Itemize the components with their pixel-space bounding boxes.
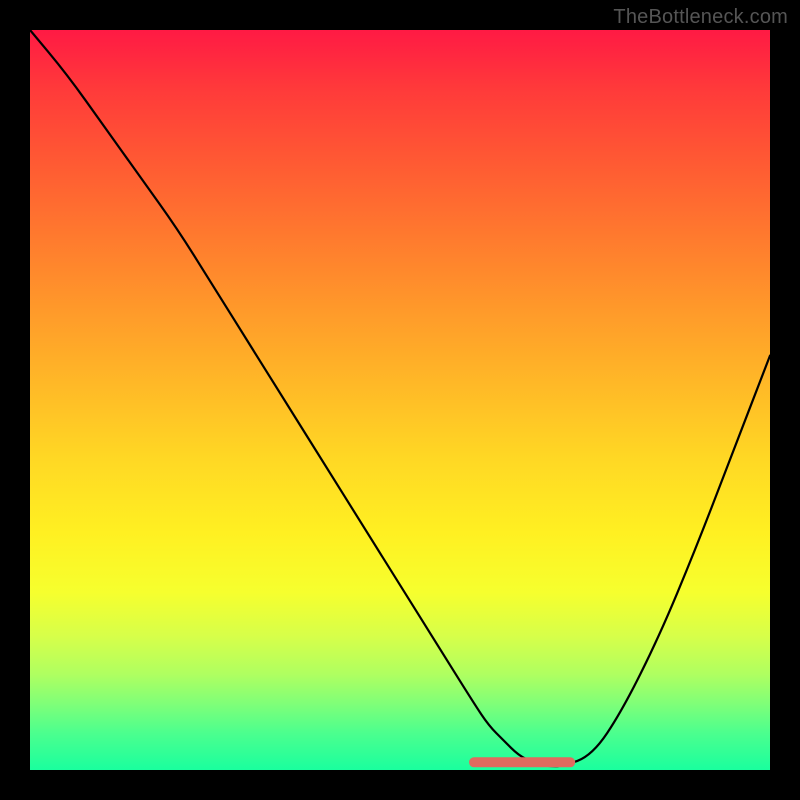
- plot-area: [30, 30, 770, 770]
- chart-frame: TheBottleneck.com: [0, 0, 800, 800]
- watermark-text: TheBottleneck.com: [613, 6, 788, 29]
- curve-svg: [30, 30, 770, 770]
- bottleneck-curve: [30, 30, 770, 766]
